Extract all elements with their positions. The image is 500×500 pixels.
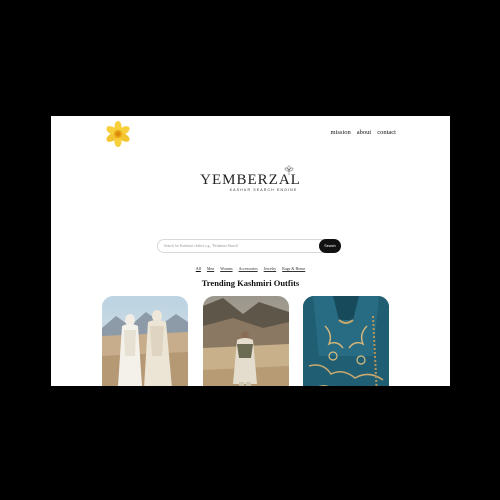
two-women-white-pheran-image [102,296,188,386]
nav-about[interactable]: about [357,129,371,136]
teal-embroidered-pheran-image [303,296,389,386]
search-bar: Search [157,239,341,253]
line-flower-icon [284,165,294,175]
search-input[interactable] [164,240,314,252]
filter-men[interactable]: Men [207,266,214,271]
top-nav: mission about contact [331,129,396,136]
search-button[interactable]: Search [319,239,341,253]
nav-contact[interactable]: contact [377,129,396,136]
filter-all[interactable]: All [196,266,201,271]
outfit-card-2[interactable] [203,296,289,386]
category-filters: All Men Women Accessories Jewelry Rugs &… [51,266,450,271]
outfit-card-1[interactable] [102,296,188,386]
nav-mission[interactable]: mission [331,129,351,136]
woman-in-shawl-valley-image [203,296,289,386]
section-title: Trending Kashmiri Outfits [201,278,300,288]
brand-tagline: KASHUR SEARCH ENGINE [229,188,298,192]
daffodil-flower-icon[interactable] [105,121,131,147]
filter-jewelry[interactable]: Jewelry [264,266,276,271]
filter-women[interactable]: Women [220,266,232,271]
brand-logo: YEMBERZAL KASHUR SEARCH ENGINE [51,165,450,192]
filter-rugs-home[interactable]: Rugs & Home [282,266,305,271]
brand-name: YEMBERZAL [200,172,301,188]
filter-accessories[interactable]: Accessories [239,266,258,271]
outfit-card-3[interactable] [303,296,389,386]
web-page: mission about contact YEMBERZAL KASHUR S… [51,116,450,386]
